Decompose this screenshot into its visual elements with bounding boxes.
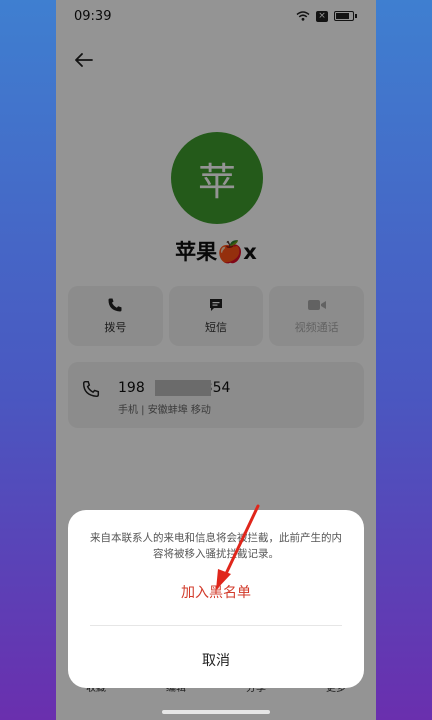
home-indicator[interactable] — [162, 710, 270, 714]
add-to-blacklist-button[interactable]: 加入黑名单 — [68, 582, 364, 602]
sheet-divider — [90, 625, 342, 626]
cancel-button[interactable]: 取消 — [68, 650, 364, 670]
block-confirm-sheet: 来自本联系人的来电和信息将会被拦截，此前产生的内容将被移入骚扰拦截记录。 加入黑… — [68, 510, 364, 688]
phone-screen: 09:39 × 苹 苹果🍎x 拨号 短信 视频通话 198 354 手机 | 安… — [56, 0, 376, 720]
sheet-message: 来自本联系人的来电和信息将会被拦截，此前产生的内容将被移入骚扰拦截记录。 — [90, 532, 342, 560]
